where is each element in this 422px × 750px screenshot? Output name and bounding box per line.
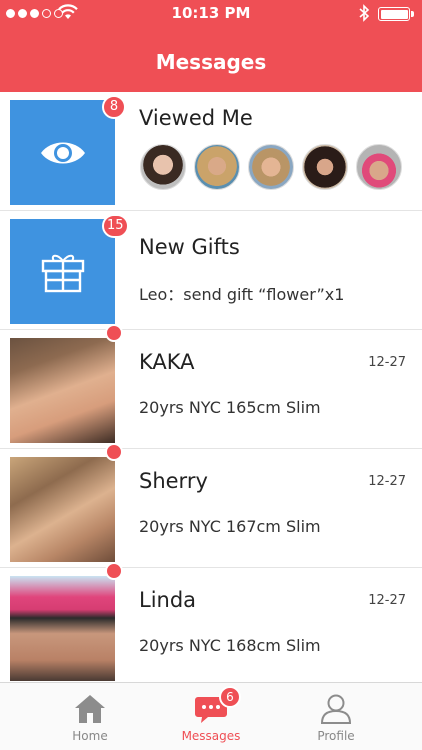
eye-icon bbox=[40, 142, 85, 163]
viewer-avatars bbox=[140, 144, 402, 190]
message-date: 12-27 bbox=[368, 474, 406, 489]
contact-info: 20yrs NYC 165cm Slim bbox=[139, 398, 321, 417]
unread-dot bbox=[105, 562, 123, 580]
messages-tab-badge: 6 bbox=[219, 686, 241, 708]
viewed-me-tile bbox=[10, 100, 115, 205]
home-icon bbox=[75, 695, 105, 723]
person-icon bbox=[320, 694, 352, 724]
new-gifts-row[interactable]: 15 New Gifts Leo：send gift “flower”x1 bbox=[0, 211, 422, 330]
viewed-me-row[interactable]: 8 Viewed Me bbox=[0, 92, 422, 211]
avatar[interactable] bbox=[248, 144, 294, 190]
bluetooth-icon bbox=[359, 4, 370, 22]
profile-photo bbox=[10, 338, 115, 443]
contact-name: Sherry bbox=[139, 469, 208, 493]
message-row-kaka[interactable]: KAKA 12-27 20yrs NYC 165cm Slim bbox=[0, 324, 422, 449]
contact-name: Linda bbox=[139, 588, 197, 612]
avatar[interactable] bbox=[194, 144, 240, 190]
contact-info: 20yrs NYC 167cm Slim bbox=[139, 517, 321, 536]
tab-profile[interactable]: Profile bbox=[276, 683, 396, 750]
profile-photo bbox=[10, 576, 115, 681]
message-date: 12-27 bbox=[368, 593, 406, 608]
tab-messages[interactable]: 6 Messages bbox=[151, 683, 271, 750]
message-row-sherry[interactable]: Sherry 12-27 20yrs NYC 167cm Slim bbox=[0, 443, 422, 568]
avatar[interactable] bbox=[356, 144, 402, 190]
tab-home[interactable]: Home bbox=[30, 683, 150, 750]
profile-photo bbox=[10, 457, 115, 562]
status-bar: 10:13 PM bbox=[0, 0, 422, 28]
page-title: Messages bbox=[155, 50, 267, 74]
avatar[interactable] bbox=[302, 144, 348, 190]
new-gifts-badge: 15 bbox=[102, 214, 129, 238]
tab-label: Profile bbox=[317, 729, 355, 743]
gift-icon bbox=[41, 254, 84, 292]
message-list: 8 Viewed Me 15 New Gifts Leo：send gift “… bbox=[0, 92, 422, 682]
tab-bar: Home 6 Messages Profile bbox=[0, 682, 422, 750]
tab-label: Messages bbox=[181, 729, 241, 743]
viewed-me-title: Viewed Me bbox=[139, 106, 253, 130]
avatar[interactable] bbox=[140, 144, 186, 190]
message-row-linda[interactable]: Linda 12-27 20yrs NYC 168cm Slim bbox=[0, 562, 422, 682]
new-gifts-subtitle: Leo：send gift “flower”x1 bbox=[139, 285, 345, 304]
unread-dot bbox=[105, 443, 123, 461]
tab-label: Home bbox=[72, 729, 108, 743]
battery-icon bbox=[378, 7, 414, 21]
app-header: 10:13 PM Messages bbox=[0, 0, 422, 92]
viewed-me-badge: 8 bbox=[102, 95, 126, 119]
contact-name: KAKA bbox=[139, 350, 195, 374]
message-date: 12-27 bbox=[368, 355, 406, 370]
unread-dot bbox=[105, 324, 123, 342]
new-gifts-title: New Gifts bbox=[139, 235, 240, 259]
new-gifts-tile bbox=[10, 219, 115, 324]
contact-info: 20yrs NYC 168cm Slim bbox=[139, 636, 321, 655]
